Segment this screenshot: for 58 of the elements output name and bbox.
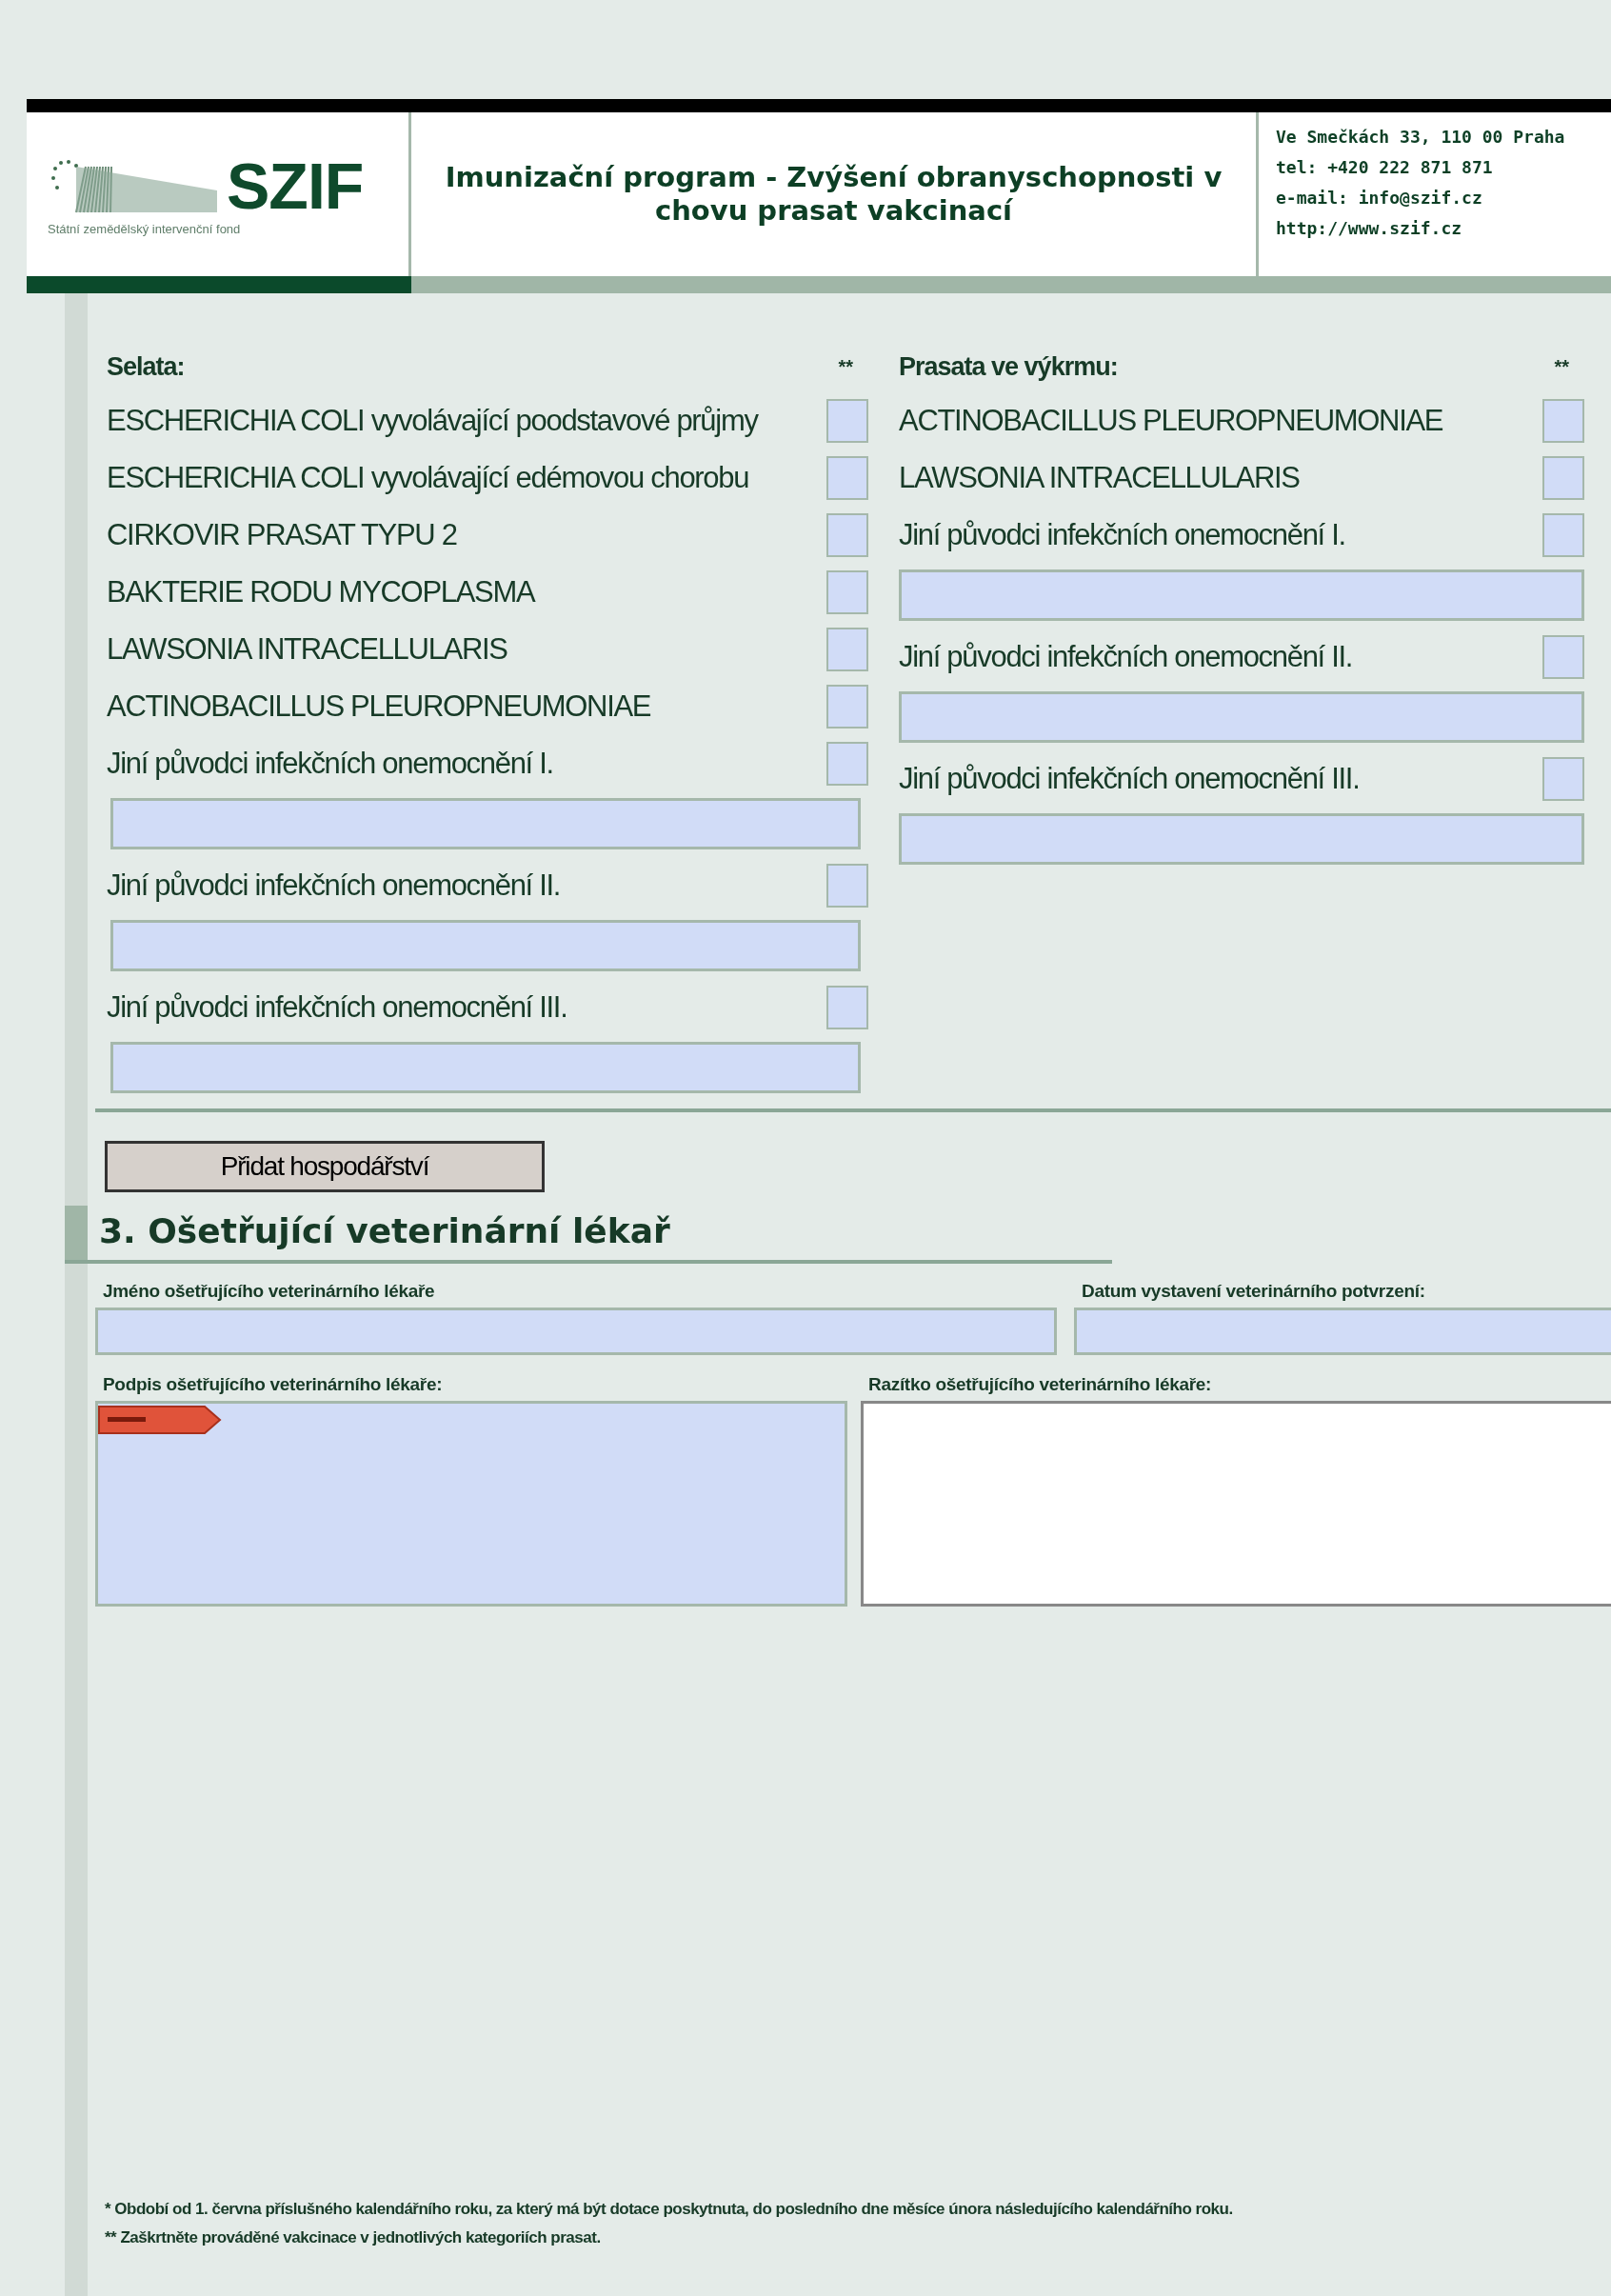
- checkbox[interactable]: [1542, 456, 1584, 500]
- checkbox-label: ESCHERICHIA COLI vyvolávající poodstavové průjmy: [107, 404, 758, 438]
- checkbox[interactable]: [1542, 513, 1584, 557]
- checkbox[interactable]: [826, 742, 868, 786]
- checkbox-label: ACTINOBACILLUS PLEUROPNEUMONIAE: [107, 689, 651, 724]
- checkbox[interactable]: [826, 986, 868, 1029]
- contact-line: tel: +420 222 871 871: [1276, 156, 1494, 179]
- checkbox-label: BAKTERIE RODU MYCOPLASMA: [107, 575, 535, 609]
- checkbox[interactable]: [826, 399, 868, 443]
- input-field[interactable]: [110, 1042, 861, 1093]
- logo-text: SZIF: [227, 152, 364, 218]
- checkbox-label: Jiní původci infekčních onemocnění I.: [899, 518, 1345, 552]
- input-field[interactable]: [95, 1308, 1057, 1355]
- checkbox-label: LAWSONIA INTRACELLULARIS: [107, 632, 507, 667]
- footnote: ** Zaškrtněte prováděné vakcinace v jednotlivých kategoriích prasat.: [105, 2227, 602, 2248]
- checkbox[interactable]: [826, 864, 868, 908]
- checkbox[interactable]: [826, 628, 868, 671]
- footnote-mark: **: [838, 355, 853, 378]
- section-title: 3. Ošetřující veterinární lékař: [98, 1210, 670, 1252]
- sign-here-tag-icon: [98, 1406, 222, 1434]
- checkbox-label: Jiní původci infekčních onemocnění I.: [107, 747, 553, 781]
- checkbox-label: Jiní původci infekčních onemocnění II.: [107, 868, 561, 903]
- checkbox[interactable]: [826, 456, 868, 500]
- contact-line: http://www.szif.cz: [1276, 217, 1463, 240]
- input-field[interactable]: [899, 813, 1584, 865]
- checkbox-label: Jiní původci infekčních onemocnění III.: [899, 762, 1360, 796]
- checkbox[interactable]: [1542, 757, 1584, 801]
- checkbox-label: Jiní původci infekčních onemocnění III.: [107, 990, 567, 1025]
- field-label: Jméno ošetřujícího veterinárního lékaře: [103, 1281, 436, 1302]
- input-field[interactable]: [110, 798, 861, 849]
- checkbox-label: Jiní původci infekčních onemocnění II.: [899, 640, 1353, 674]
- checkbox-label: ESCHERICHIA COLI vyvolávající edémovou chorobu: [107, 461, 749, 495]
- input-field[interactable]: [110, 920, 861, 971]
- column-heading: Selata:: [107, 351, 185, 382]
- checkbox[interactable]: [826, 513, 868, 557]
- checkbox[interactable]: [826, 570, 868, 614]
- input-field[interactable]: [899, 569, 1584, 621]
- field-label: Podpis ošetřujícího veterinárního lékaře:: [103, 1374, 444, 1395]
- section-marker: [65, 1206, 88, 1260]
- footnote: * Období od 1. června příslušného kalendářního roku, za který má být dotace poskytnuta, do posledního dne měsíce února následujícího kalendářního roku.: [105, 2199, 1234, 2220]
- footnote-mark: **: [1554, 355, 1569, 378]
- field-label: Datum vystavení veterinárního potvrzení:: [1082, 1281, 1426, 1302]
- add-farm-button[interactable]: Přidat hospodářství: [105, 1141, 545, 1192]
- checkbox[interactable]: [826, 685, 868, 729]
- contact-line: e-mail: info@szif.cz: [1276, 187, 1483, 210]
- contact-line: Ve Smečkách 33, 110 00 Praha: [1276, 126, 1565, 149]
- date-field[interactable]: [1074, 1308, 1611, 1355]
- logo-subtitle: Státní zemědělský intervenční fond: [48, 221, 242, 236]
- field-label: Razítko ošetřujícího veterinárního lékaře:: [868, 1374, 1213, 1395]
- column-heading: Prasata ve výkrmu:: [899, 351, 1118, 382]
- signature-field[interactable]: [95, 1401, 847, 1607]
- checkbox-label: LAWSONIA INTRACELLULARIS: [899, 461, 1300, 495]
- stamp-area[interactable]: [861, 1401, 1611, 1607]
- checkbox-label: ACTINOBACILLUS PLEUROPNEUMONIAE: [899, 404, 1443, 438]
- checkbox[interactable]: [1542, 635, 1584, 679]
- checkbox-label: CIRKOVIR PRASAT TYPU 2: [107, 518, 457, 552]
- input-field[interactable]: [899, 691, 1584, 743]
- checkbox[interactable]: [1542, 399, 1584, 443]
